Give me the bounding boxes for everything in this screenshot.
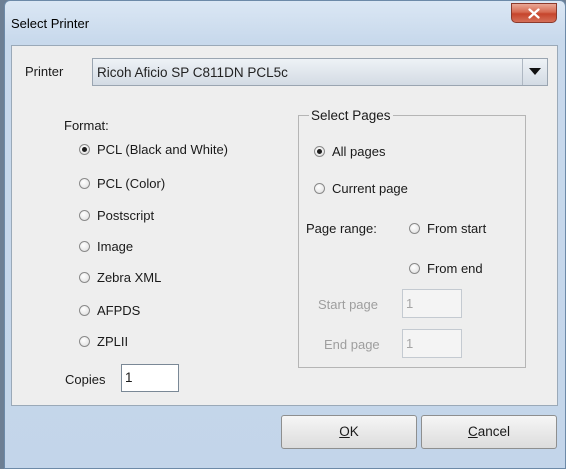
pages-option-label: Current page <box>332 180 408 196</box>
select-printer-dialog: Select Printer Printer Ricoh Aficio SP C… <box>4 0 566 469</box>
printer-row: Printer Ricoh Aficio SP C811DN PCL5c <box>12 58 557 86</box>
printer-selected-value: Ricoh Aficio SP C811DN PCL5c <box>97 65 288 80</box>
format-option-pcl-bw[interactable]: PCL (Black and White) <box>79 140 228 158</box>
pages-option-label: From start <box>427 220 487 236</box>
radio-unchecked-icon[interactable] <box>409 222 420 234</box>
close-icon <box>528 7 540 19</box>
start-page-label: Start page <box>318 297 378 312</box>
select-pages-title: Select Pages <box>309 108 393 123</box>
end-page-label: End page <box>324 337 380 352</box>
pages-option-current[interactable]: Current page <box>314 179 408 197</box>
radio-unchecked-icon[interactable] <box>79 304 90 316</box>
radio-checked-icon[interactable] <box>314 145 325 157</box>
close-button[interactable] <box>511 3 557 23</box>
format-option-label: PCL (Black and White) <box>97 141 229 157</box>
ok-label-rest: K <box>349 424 359 439</box>
format-option-pcl-color[interactable]: PCL (Color) <box>79 174 165 192</box>
pages-option-label: From end <box>427 260 483 276</box>
format-option-label: AFPDS <box>97 302 141 318</box>
radio-checked-icon[interactable] <box>79 143 90 155</box>
cancel-button[interactable]: Cancel <box>421 415 557 449</box>
copies-label: Copies <box>65 372 106 387</box>
pages-option-all[interactable]: All pages <box>314 142 385 160</box>
ok-button[interactable]: OK <box>281 415 417 449</box>
start-page-input[interactable]: 1 <box>402 289 462 318</box>
chevron-down-icon <box>529 68 541 75</box>
format-option-zebra-xml[interactable]: Zebra XML <box>79 268 161 286</box>
button-bar: OK Cancel <box>11 406 558 464</box>
pages-option-from-start[interactable]: From start <box>409 219 486 237</box>
format-option-afpds[interactable]: AFPDS <box>79 301 140 319</box>
format-option-label: PCL (Color) <box>97 175 166 191</box>
pages-option-from-end[interactable]: From end <box>409 259 483 277</box>
printer-dropdown-button[interactable] <box>522 59 547 85</box>
radio-unchecked-icon[interactable] <box>79 177 90 189</box>
radio-unchecked-icon[interactable] <box>79 209 90 221</box>
radio-unchecked-icon[interactable] <box>314 182 325 194</box>
radio-unchecked-icon[interactable] <box>79 335 90 347</box>
format-option-label: Postscript <box>97 207 155 223</box>
window-title: Select Printer <box>11 16 90 31</box>
cancel-label-rest: ancel <box>477 424 511 439</box>
printer-select[interactable]: Ricoh Aficio SP C811DN PCL5c <box>92 58 548 86</box>
format-option-image[interactable]: Image <box>79 237 133 255</box>
copies-input[interactable]: 1 <box>121 364 179 392</box>
radio-unchecked-icon[interactable] <box>79 240 90 252</box>
printer-label: Printer <box>25 64 64 79</box>
pages-option-label: All pages <box>332 143 386 159</box>
format-option-postscript[interactable]: Postscript <box>79 206 154 224</box>
title-bar[interactable]: Select Printer <box>5 1 565 45</box>
format-label: Format: <box>64 118 109 133</box>
format-option-label: ZPLII <box>97 333 129 349</box>
radio-unchecked-icon[interactable] <box>409 262 420 274</box>
cancel-mnemonic: C <box>467 424 478 439</box>
format-option-zplii[interactable]: ZPLII <box>79 332 128 350</box>
page-range-label: Page range: <box>306 221 377 236</box>
radio-unchecked-icon[interactable] <box>79 271 90 283</box>
format-option-label: Zebra XML <box>97 269 162 285</box>
format-option-label: Image <box>97 238 134 254</box>
dialog-content: Printer Ricoh Aficio SP C811DN PCL5c For… <box>11 45 558 406</box>
end-page-input[interactable]: 1 <box>402 329 462 358</box>
ok-mnemonic: O <box>339 424 350 439</box>
